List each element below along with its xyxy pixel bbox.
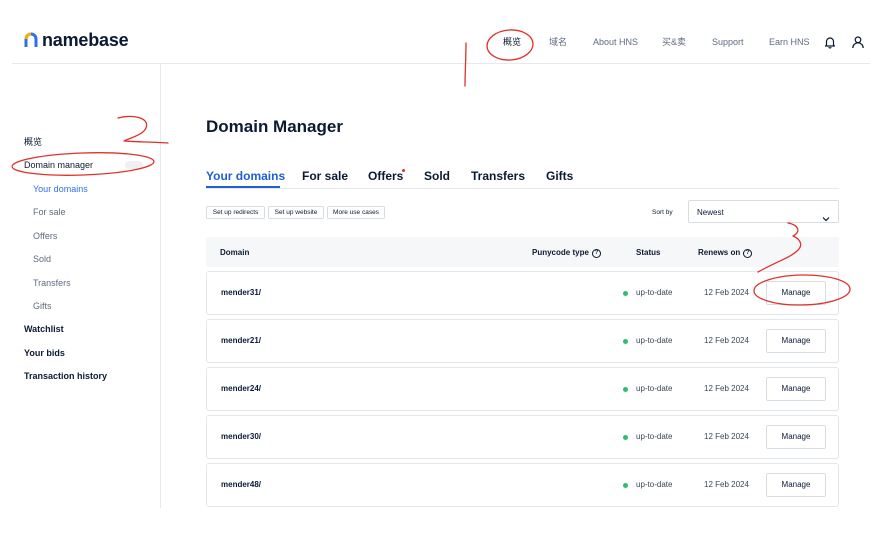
table-row: mender31/ up-to-date 12 Feb 2024 Manage (206, 271, 839, 315)
active-tab-indicator (206, 186, 280, 188)
namebase-logo[interactable]: namebase (24, 30, 129, 50)
renews-date: 12 Feb 2024 (704, 384, 749, 393)
sort-select[interactable]: Newest (688, 200, 839, 223)
manage-button[interactable]: Manage (766, 425, 826, 449)
sidebar-subitem-sold[interactable]: Sold (33, 253, 51, 265)
page-title: Domain Manager (206, 117, 343, 136)
top-header: namebase (12, 0, 870, 64)
status-text: up-to-date (636, 432, 673, 441)
manage-button[interactable]: Manage (766, 329, 826, 353)
user-icon[interactable] (851, 35, 865, 49)
status-dot (623, 339, 628, 344)
collapse-toggle[interactable] (125, 161, 143, 169)
domain-name[interactable]: mender21/ (221, 336, 261, 346)
renews-date: 12 Feb 2024 (704, 336, 749, 345)
sidebar-item-domain-manager[interactable]: Domain manager (24, 159, 93, 171)
table-row: mender21/ up-to-date 12 Feb 2024 Manage (206, 319, 839, 363)
setup-website-chip[interactable]: Set up website (268, 206, 324, 219)
column-header-domain: Domain (220, 248, 250, 257)
domain-name[interactable]: mender48/ (221, 480, 261, 490)
bell-icon[interactable] (823, 35, 837, 49)
nav-earn-hns[interactable]: Earn HNS (769, 36, 810, 48)
sidebar-item-transaction-history[interactable]: Transaction history (24, 370, 107, 382)
domain-name[interactable]: mender24/ (221, 384, 261, 394)
tab-transfers[interactable]: Transfers (471, 169, 525, 183)
setup-redirects-chip[interactable]: Set up redirects (206, 206, 265, 219)
sidebar-divider (160, 64, 161, 508)
status-text: up-to-date (636, 336, 673, 345)
sidebar-item-watchlist[interactable]: Watchlist (24, 323, 64, 335)
domain-name[interactable]: mender31/ (221, 288, 261, 298)
renews-date: 12 Feb 2024 (704, 432, 749, 441)
status-dot (623, 435, 628, 440)
tab-your-domains[interactable]: Your domains (206, 169, 285, 183)
nav-buy-sell[interactable]: 买&卖 (662, 36, 686, 48)
tab-for-sale[interactable]: For sale (302, 169, 348, 183)
sidebar-subitem-gifts[interactable]: Gifts (33, 300, 52, 312)
sidebar-subitem-transfers[interactable]: Transfers (33, 277, 71, 289)
logo-mark-icon (24, 32, 38, 48)
status-text: up-to-date (636, 384, 673, 393)
help-icon[interactable]: ? (743, 248, 753, 258)
column-header-renews-on: Renews on? (698, 248, 753, 258)
brand-name: namebase (42, 30, 129, 50)
manage-button[interactable]: Manage (766, 473, 826, 497)
chevron-down-icon (822, 209, 830, 222)
tab-gifts[interactable]: Gifts (546, 169, 573, 183)
manage-button[interactable]: Manage (766, 281, 826, 305)
nav-domains[interactable]: 域名 (549, 36, 567, 48)
status-dot (623, 483, 628, 488)
table-row: mender30/ up-to-date 12 Feb 2024 Manage (206, 415, 839, 459)
domain-name[interactable]: mender30/ (221, 432, 261, 442)
sidebar-subitem-your-domains[interactable]: Your domains (33, 183, 88, 195)
table-row: mender24/ up-to-date 12 Feb 2024 Manage (206, 367, 839, 411)
tab-offers[interactable]: Offers (368, 169, 403, 183)
status-dot (623, 387, 628, 392)
nav-support[interactable]: Support (712, 36, 744, 48)
status-text: up-to-date (636, 480, 673, 489)
status-text: up-to-date (636, 288, 673, 297)
offers-notification-dot (402, 169, 405, 172)
table-header: Domain Punycode type? Status Renews on? (206, 237, 839, 267)
tab-sold[interactable]: Sold (424, 169, 450, 183)
nav-about-hns[interactable]: About HNS (593, 36, 638, 48)
renews-date: 12 Feb 2024 (704, 480, 749, 489)
sidebar-subitem-offers[interactable]: Offers (33, 230, 57, 242)
table-row: mender48/ up-to-date 12 Feb 2024 Manage (206, 463, 839, 507)
nav-overview[interactable]: 概览 (503, 36, 521, 48)
help-icon[interactable]: ? (591, 248, 601, 258)
more-use-cases-chip[interactable]: More use cases (327, 206, 385, 219)
renews-date: 12 Feb 2024 (704, 288, 749, 297)
sidebar-subitem-for-sale[interactable]: For sale (33, 206, 66, 218)
sort-select-value: Newest (697, 208, 724, 217)
sort-by-label: Sort by (652, 209, 673, 216)
column-header-punycode: Punycode type? (532, 248, 601, 258)
tabs-divider (206, 188, 839, 189)
status-dot (623, 291, 628, 296)
sidebar-item-your-bids[interactable]: Your bids (24, 347, 65, 359)
manage-button[interactable]: Manage (766, 377, 826, 401)
column-header-status: Status (636, 248, 661, 257)
sidebar-item-overview[interactable]: 概览 (24, 136, 42, 148)
